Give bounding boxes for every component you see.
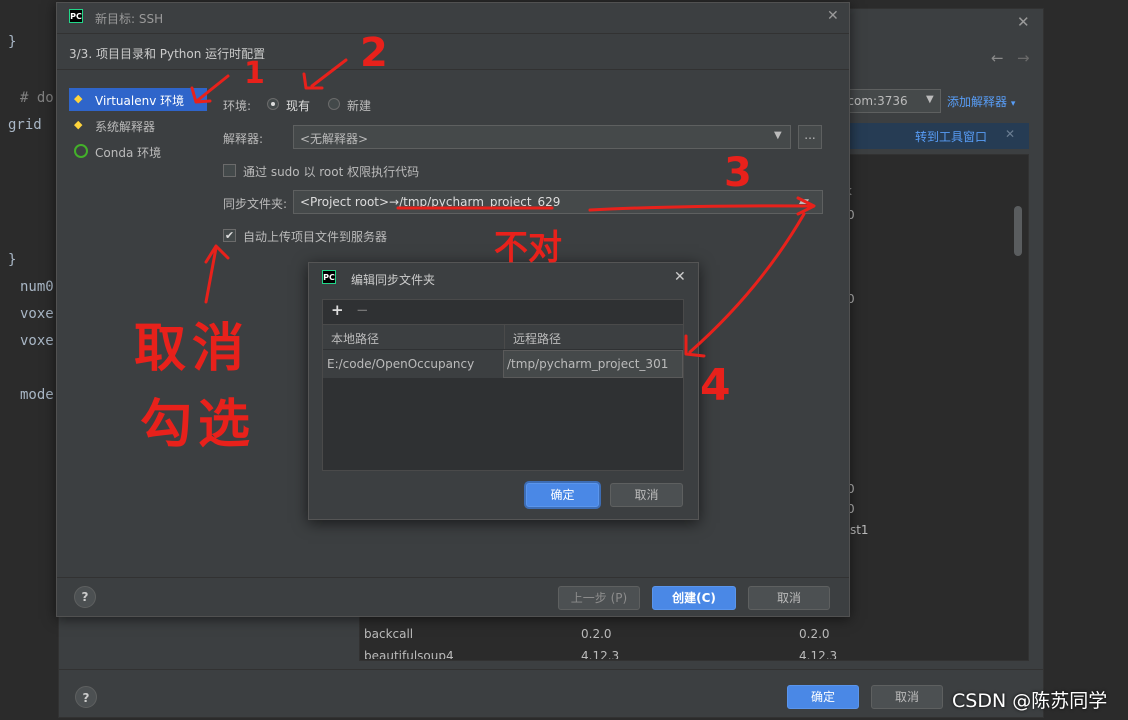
watermark: CSDN @陈苏同学 xyxy=(952,690,1108,712)
annotation-number-1: 1 xyxy=(244,56,265,91)
arrow-1-head xyxy=(190,86,212,104)
arrow-3-stroke xyxy=(588,204,814,212)
arrow-4-stroke xyxy=(688,212,806,354)
annotation-number-4: 4 xyxy=(700,360,731,411)
annotation-uncheck-line1: 取消 xyxy=(134,319,251,379)
annotation-number-3: 3 xyxy=(724,150,752,196)
arrow-uncheck-head xyxy=(204,244,230,264)
arrow-2-stroke xyxy=(310,58,348,88)
annotation-uncheck-line2: 勾选 xyxy=(140,395,257,455)
annotation-number-2: 2 xyxy=(360,30,388,76)
annotation-wrong: 不对 xyxy=(494,228,562,268)
arrow-1-stroke xyxy=(196,74,230,102)
